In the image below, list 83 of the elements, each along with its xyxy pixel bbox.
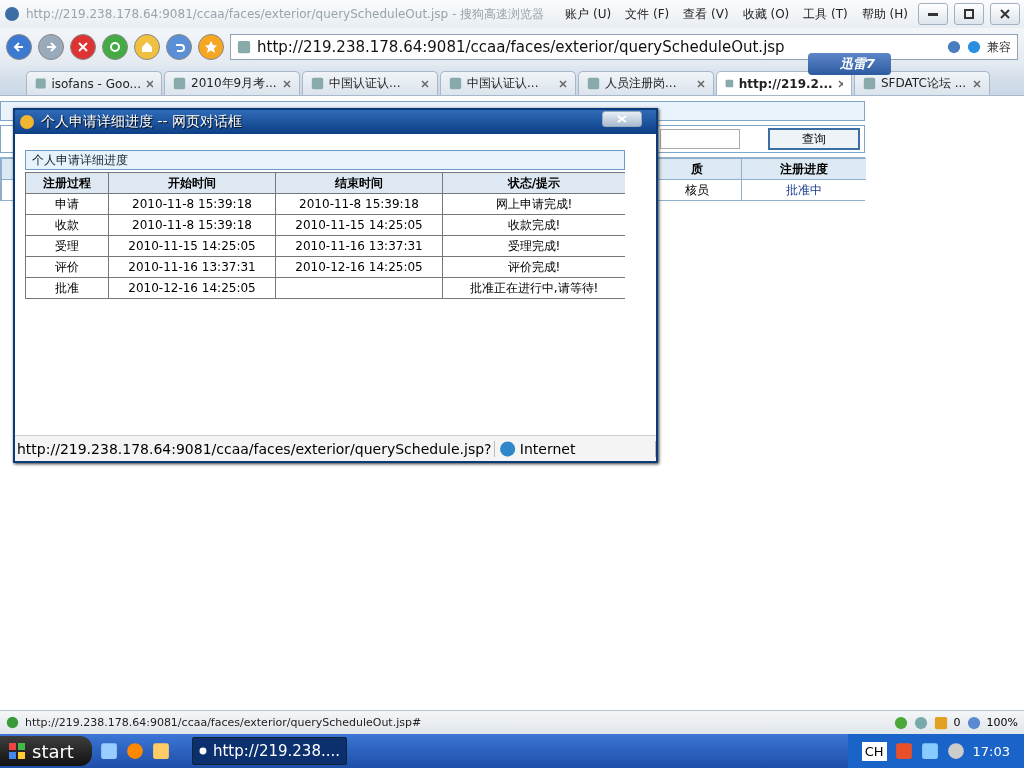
close-button[interactable] [990, 3, 1020, 25]
browser-tab[interactable]: isofans - Goo... [26, 71, 162, 95]
table-cell: 评价完成! [442, 256, 625, 277]
house-icon [141, 41, 153, 53]
compat-mode-label[interactable]: 兼容 [987, 38, 1011, 56]
table-cell: 2010-11-16 13:37:31 [108, 256, 275, 277]
menu-item[interactable]: 查看 (V) [679, 5, 733, 23]
refresh-icon [109, 41, 121, 53]
restore-icon [964, 9, 974, 19]
table-cell: 评价 [25, 256, 108, 277]
close-icon[interactable] [973, 79, 981, 88]
security-count: 0 [953, 716, 961, 729]
table-cell: 收款 [25, 214, 108, 235]
minimize-icon [928, 12, 938, 16]
close-icon[interactable] [421, 79, 429, 88]
browser-tab[interactable]: 中国认证认... [302, 71, 438, 95]
clock: 17:03 [972, 743, 1010, 759]
window-title: http://219.238.178.64:9081/ccaa/faces/exterior/queryScheduleOut.jsp - 搜狗高速浏览器 [26, 5, 546, 23]
home-button[interactable] [134, 34, 160, 60]
browser-tab[interactable]: 2010年9月考... [164, 71, 300, 95]
zoom-level[interactable]: 100% [986, 716, 1018, 729]
close-icon [617, 115, 627, 123]
status-url: http://219.238.178.64:9081/ccaa/faces/exterior/querySchedule.jsp? [17, 440, 495, 457]
table-cell: 2010-12-16 14:25:05 [275, 256, 442, 277]
column-header: 结束时间 [275, 172, 442, 193]
menu-item[interactable]: 工具 (T) [799, 5, 852, 23]
column-header: 注册进度 [741, 158, 866, 179]
star-icon [205, 41, 217, 53]
table-cell: 受理完成! [442, 235, 625, 256]
column-header: 开始时间 [108, 172, 275, 193]
undo-icon [173, 41, 185, 53]
table-cell: 2010-11-15 14:25:05 [108, 235, 275, 256]
table-cell: 批准 [25, 277, 108, 298]
start-button[interactable]: start [0, 736, 92, 766]
arrow-left-icon [13, 41, 25, 53]
back-button[interactable] [6, 34, 32, 60]
search-button[interactable]: 查询 [768, 128, 860, 150]
browser-tab[interactable]: 人员注册岗... [578, 71, 714, 95]
table-cell: 2010-11-8 15:39:18 [108, 193, 275, 214]
arrow-right-icon [45, 41, 57, 53]
browser-tab[interactable]: http://219.2... [716, 71, 852, 95]
close-icon[interactable] [283, 79, 291, 88]
download-badge[interactable]: 迅雷7 [808, 53, 892, 75]
menu-item[interactable]: 帮助 (H) [857, 5, 912, 23]
favorites-button[interactable] [198, 34, 224, 60]
close-icon [1000, 9, 1010, 19]
windows-logo-icon [8, 742, 26, 760]
menu-item[interactable]: 账户 (U) [561, 5, 616, 23]
menu-item[interactable]: 收藏 (O) [738, 5, 794, 23]
restore-button[interactable] [954, 3, 984, 25]
column-header: 状态/提示 [442, 172, 625, 193]
close-icon[interactable] [145, 79, 153, 88]
security-zone: Internet [519, 440, 656, 457]
table-cell: 2010-11-8 15:39:18 [108, 214, 275, 235]
minimize-button[interactable] [918, 3, 948, 25]
taskbar-task[interactable]: http://219.238.... [192, 737, 347, 765]
table-cell: 2010-11-16 13:37:31 [275, 235, 442, 256]
refresh-button[interactable] [102, 34, 128, 60]
table-cell: 2010-11-8 15:39:18 [275, 193, 442, 214]
forward-button[interactable] [38, 34, 64, 60]
table-cell: 2010-11-15 14:25:05 [275, 214, 442, 235]
close-icon[interactable] [697, 79, 705, 88]
status-url: http://219.238.178.64:9081/ccaa/faces/exterior/queryScheduleOut.jsp# [25, 716, 423, 729]
stop-button[interactable] [70, 34, 96, 60]
table-cell: 收款完成! [442, 214, 625, 235]
browser-tab[interactable]: SFDATC论坛 ... [854, 71, 990, 95]
close-icon[interactable] [559, 79, 567, 88]
column-header: 注册过程 [25, 172, 108, 193]
dialog-title: 个人申请详细进度 -- 网页对话框 [41, 113, 243, 131]
search-field[interactable] [660, 129, 740, 149]
browser-tab[interactable]: 中国认证认... [440, 71, 576, 95]
x-icon [78, 42, 88, 52]
progress-link[interactable]: 批准中 [786, 181, 822, 199]
menu-item[interactable]: 文件 (F) [621, 5, 674, 23]
table-cell: 申请 [25, 193, 108, 214]
section-title: 个人申请详细进度 [25, 150, 625, 170]
undo-button[interactable] [166, 34, 192, 60]
table-cell: 网上申请完成! [442, 193, 625, 214]
language-indicator[interactable]: CH [861, 741, 887, 761]
table-cell: 受理 [25, 235, 108, 256]
table-cell: 批准正在进行中,请等待! [442, 277, 625, 298]
close-icon[interactable] [837, 79, 843, 88]
table-cell: 2010-12-16 14:25:05 [108, 277, 275, 298]
